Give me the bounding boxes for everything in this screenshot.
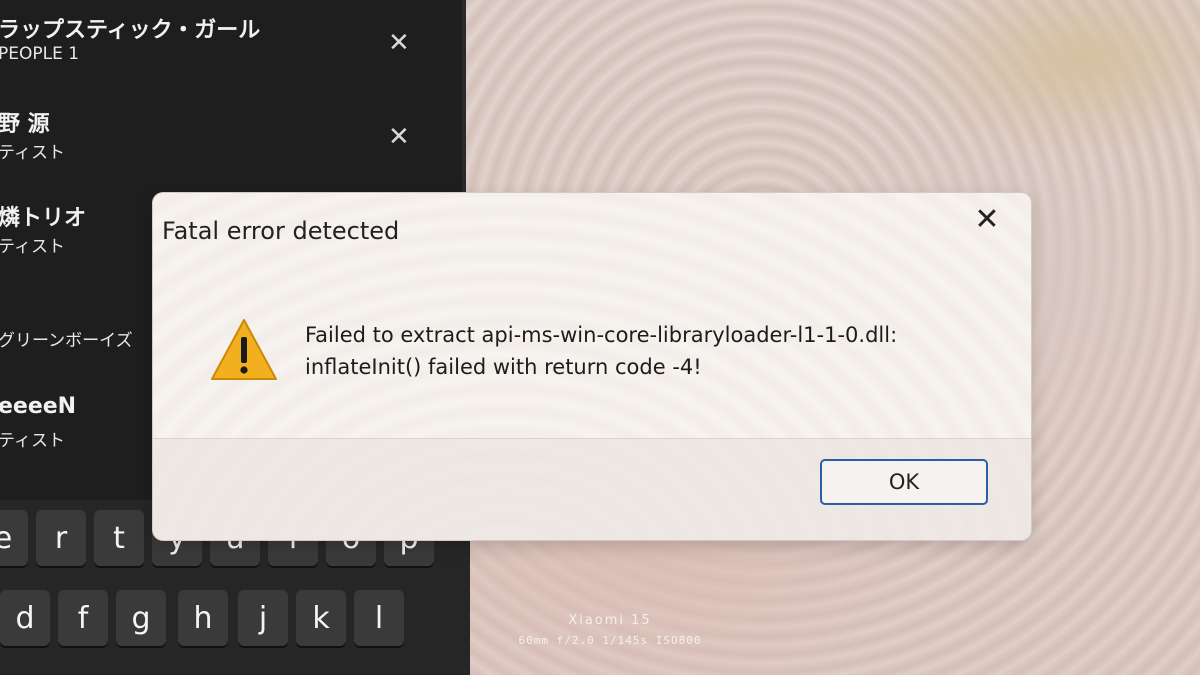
- remove-icon[interactable]: ✕: [388, 30, 410, 56]
- list-item-subtitle: ティスト: [0, 143, 65, 163]
- key-e[interactable]: e: [0, 510, 28, 566]
- list-item-subtitle: PEOPLE 1: [0, 44, 80, 64]
- fatal-error-dialog: Fatal error detected ✕ Failed to extract…: [153, 193, 1031, 540]
- camera-watermark: Xiaomi 15 60mm f/2.0 1/145s ISO800: [490, 613, 730, 647]
- key-t[interactable]: t: [94, 510, 144, 566]
- error-message: Failed to extract api-ms-win-core-librar…: [305, 319, 897, 383]
- list-item-subtitle: ティスト: [0, 237, 65, 257]
- list-item-title: eeeeN: [0, 394, 77, 419]
- list-item[interactable]: ラップスティック・ガール PEOPLE 1 ✕: [0, 12, 440, 102]
- close-icon[interactable]: ✕: [971, 205, 1003, 237]
- list-item-subtitle: ティスト: [0, 431, 65, 451]
- camera-params-text: 60mm f/2.0 1/145s ISO800: [518, 634, 702, 647]
- key-g[interactable]: g: [116, 590, 166, 646]
- key-r[interactable]: r: [36, 510, 86, 566]
- ok-button[interactable]: OK: [820, 459, 988, 505]
- key-j[interactable]: j: [238, 590, 288, 646]
- list-item-title: 燐トリオ: [0, 206, 87, 231]
- key-h[interactable]: h: [178, 590, 228, 646]
- dialog-title: Fatal error detected: [162, 217, 400, 245]
- key-f[interactable]: f: [58, 590, 108, 646]
- error-message-line-2: inflateInit() failed with return code -4…: [305, 355, 702, 379]
- remove-icon[interactable]: ✕: [388, 124, 410, 150]
- key-d[interactable]: d: [0, 590, 50, 646]
- key-k[interactable]: k: [296, 590, 346, 646]
- error-message-line-1: Failed to extract api-ms-win-core-librar…: [305, 323, 898, 347]
- list-item-title: 野 源: [0, 112, 50, 137]
- list-item[interactable]: 野 源 ティスト ✕: [0, 106, 440, 196]
- camera-model-text: Xiaomi 15: [568, 613, 652, 628]
- key-l[interactable]: l: [354, 590, 404, 646]
- list-item-title: ラップスティック・ガール: [0, 18, 261, 43]
- warning-icon: [211, 319, 277, 380]
- list-item-title: グリーンボーイズ: [0, 331, 133, 351]
